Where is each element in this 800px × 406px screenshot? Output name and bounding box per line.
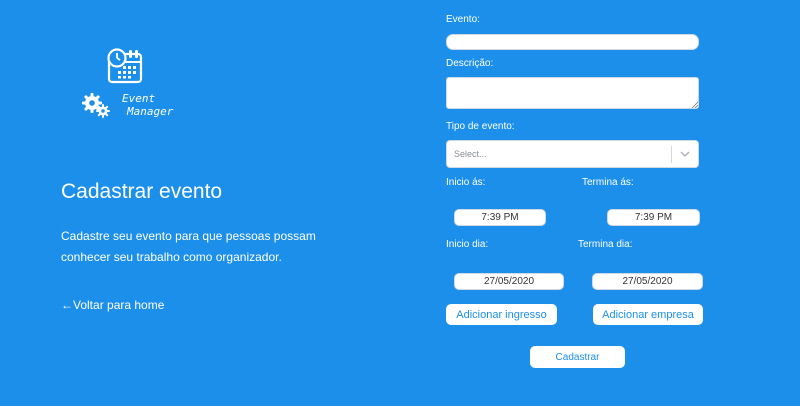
tipo-evento-label: Tipo de evento: xyxy=(446,121,515,132)
logo-line-2: Manager xyxy=(127,105,174,118)
page-description: Cadastre seu evento para que pessoas pos… xyxy=(61,229,316,264)
intro-panel: Event Manager Cadastrar evento Cadastre … xyxy=(0,0,400,406)
inicio-dia-input[interactable]: 27/05/2020 xyxy=(454,273,564,290)
cadastrar-button[interactable]: Cadastrar xyxy=(530,346,625,368)
descricao-label: Descrição: xyxy=(446,58,494,69)
app-logo: Event Manager xyxy=(82,48,182,128)
calendar-clock-icon xyxy=(107,48,143,84)
inicio-hora-input[interactable]: 7:39 PM xyxy=(454,209,546,226)
tipo-evento-placeholder: Select... xyxy=(454,149,487,159)
back-home-link[interactable]: ←Voltar para home xyxy=(61,298,164,312)
chevron-down-icon[interactable] xyxy=(672,151,698,157)
termino-hora-input[interactable]: 7:39 PM xyxy=(607,209,700,226)
descricao-textarea[interactable] xyxy=(446,77,699,109)
logo-line-1: Event xyxy=(122,92,156,105)
termino-dia-input[interactable]: 27/05/2020 xyxy=(592,273,703,290)
evento-input[interactable] xyxy=(446,34,699,50)
resize-handle-icon[interactable] xyxy=(691,101,698,108)
tipo-evento-select[interactable]: Select... xyxy=(446,140,699,168)
add-empresa-button[interactable]: Adicionar empresa xyxy=(593,304,703,325)
gears-icon xyxy=(82,93,110,118)
inicio-dia-label: Inicio dia: xyxy=(446,239,489,250)
inicio-hora-label: Inicio ás: xyxy=(446,177,486,188)
logo-wordmark: Event Manager xyxy=(122,92,173,118)
termino-hora-label: Termina ás: xyxy=(582,177,634,188)
page-title: Cadastrar evento xyxy=(61,180,223,203)
termino-dia-label: Termina dia: xyxy=(578,239,633,250)
add-ingresso-button[interactable]: Adicionar ingresso xyxy=(446,304,557,325)
evento-label: Evento: xyxy=(446,14,480,25)
